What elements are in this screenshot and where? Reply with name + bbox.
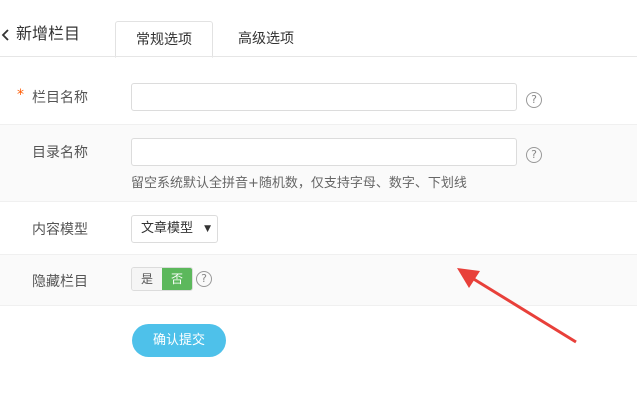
annotation-arrow-icon: [457, 268, 577, 344]
